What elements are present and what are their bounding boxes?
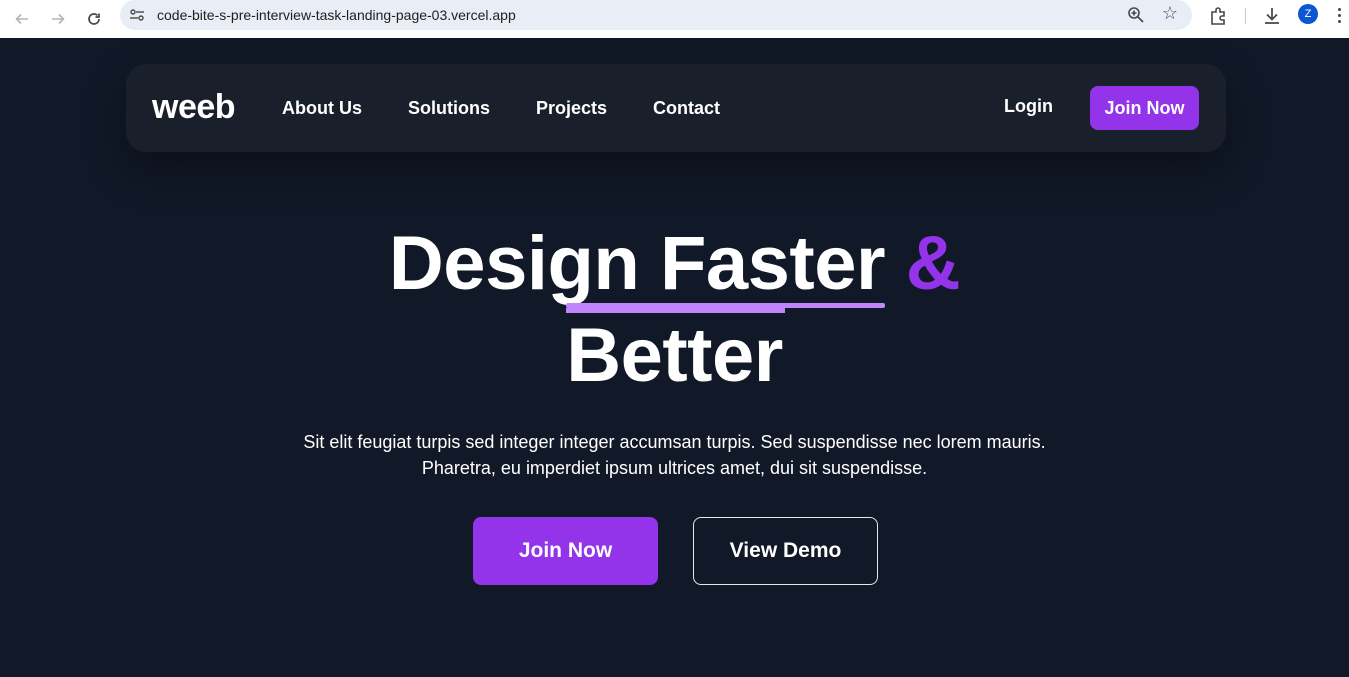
- headline-word-faster-wrap: Faster: [565, 218, 886, 313]
- kebab-menu-icon[interactable]: [1334, 4, 1344, 26]
- address-bar[interactable]: code-bite-s-pre-interview-task-landing-p…: [120, 0, 1192, 30]
- profile-avatar[interactable]: Z: [1298, 4, 1318, 24]
- join-now-button[interactable]: Join Now: [473, 517, 658, 585]
- headline-word-design: Design: [388, 221, 640, 306]
- toolbar-divider: [1245, 8, 1246, 24]
- back-arrow-icon[interactable]: [7, 4, 37, 34]
- nav-link-about-us[interactable]: About Us: [282, 98, 362, 119]
- hero-subtitle: Sit elit feugiat turpis sed integer inte…: [0, 429, 1349, 481]
- logo[interactable]: weeb: [152, 88, 236, 127]
- nav-link-contact[interactable]: Contact: [653, 98, 720, 119]
- headline-ampersand: &: [905, 221, 961, 306]
- download-icon[interactable]: [1261, 5, 1283, 27]
- top-navbar: weeb About Us Solutions Projects Contact…: [126, 64, 1226, 152]
- zoom-icon[interactable]: [1126, 5, 1146, 25]
- join-now-nav-button[interactable]: Join Now: [1090, 86, 1199, 130]
- login-link[interactable]: Login: [1004, 96, 1053, 117]
- site-info-icon[interactable]: [128, 6, 146, 24]
- nav-links: About Us Solutions Projects Contact: [282, 64, 720, 152]
- nav-link-solutions[interactable]: Solutions: [408, 98, 490, 119]
- browser-toolbar: code-bite-s-pre-interview-task-landing-p…: [0, 0, 1349, 38]
- headline-word-faster: Faster: [659, 221, 886, 306]
- hero-subtitle-line-1: Sit elit feugiat turpis sed integer inte…: [303, 432, 1046, 452]
- hero-subtitle-line-2: Pharetra, eu imperdiet ipsum ultrices am…: [421, 458, 928, 478]
- star-icon[interactable]: ☆: [1162, 3, 1178, 24]
- url-text[interactable]: code-bite-s-pre-interview-task-landing-p…: [157, 7, 516, 23]
- hero-section: Design Faster & Better: [0, 218, 1349, 402]
- headline-word-better: Better: [566, 313, 783, 398]
- view-demo-button[interactable]: View Demo: [693, 517, 878, 585]
- nav-link-projects[interactable]: Projects: [536, 98, 607, 119]
- extensions-icon[interactable]: [1207, 5, 1229, 27]
- landing-page: weeb About Us Solutions Projects Contact…: [0, 38, 1349, 677]
- forward-arrow-icon[interactable]: [43, 4, 73, 34]
- hero-headline: Design Faster & Better: [0, 218, 1349, 402]
- headline-underline-accent: [565, 308, 785, 313]
- reload-icon[interactable]: [79, 4, 109, 34]
